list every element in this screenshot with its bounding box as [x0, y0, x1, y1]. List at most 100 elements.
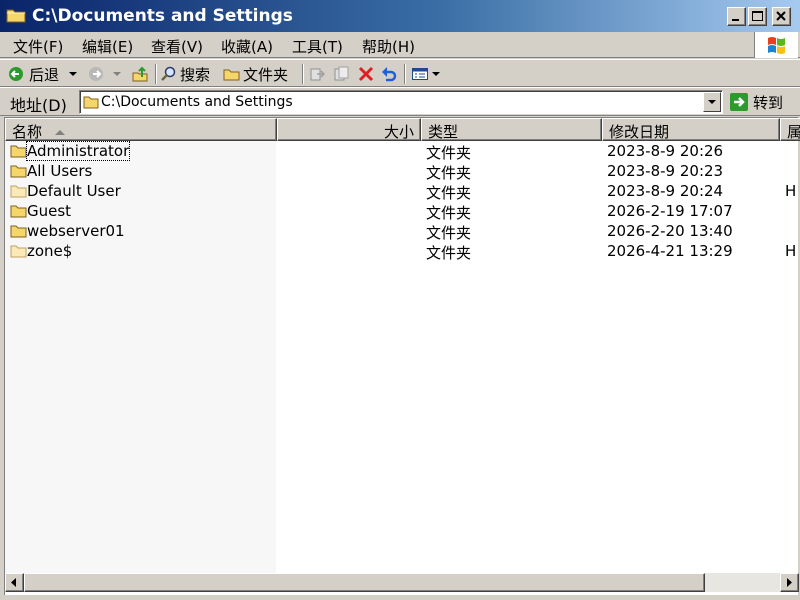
file-modified: 2023-8-9 20:26	[607, 142, 724, 160]
back-button[interactable]: 后退	[7, 63, 79, 85]
search-label: 搜索	[180, 65, 211, 84]
move-to-button[interactable]	[308, 63, 326, 85]
minimize-button[interactable]	[727, 7, 746, 26]
menu-edit[interactable]: 编辑(E)	[82, 36, 133, 57]
maximize-button[interactable]	[748, 7, 767, 26]
undo-button[interactable]	[380, 63, 398, 85]
file-modified: 2026-2-20 13:40	[607, 222, 733, 240]
file-name: Default User	[27, 182, 121, 200]
file-type: 文件夹	[426, 184, 472, 202]
file-name: zone$	[27, 242, 73, 260]
folders-button[interactable]: 文件夹	[223, 63, 288, 85]
file-modified: 2023-8-9 20:23	[607, 162, 724, 180]
close-button[interactable]	[772, 7, 791, 26]
windows-logo	[754, 32, 798, 58]
file-name: webserver01	[27, 222, 125, 240]
file-name: Guest	[27, 202, 72, 220]
minimize-icon	[732, 19, 739, 21]
column-name-label: 名称	[12, 123, 43, 141]
chevron-right-icon	[787, 578, 792, 587]
column-headers: 名称 大小 类型 修改日期 属	[5, 118, 800, 141]
address-input[interactable]: C:\Documents and Settings	[79, 90, 723, 114]
menu-favorites[interactable]: 收藏(A)	[221, 36, 273, 57]
horizontal-scrollbar[interactable]	[5, 573, 799, 592]
menu-view[interactable]: 查看(V)	[151, 36, 203, 57]
address-dropdown-button[interactable]	[703, 92, 721, 112]
column-header-modified[interactable]: 修改日期	[602, 118, 780, 141]
column-modified-label: 修改日期	[609, 123, 670, 141]
up-folder-icon	[132, 66, 148, 82]
chevron-down-icon	[69, 72, 78, 76]
table-row[interactable]: zone$ 文件夹 2026-4-21 13:29 H	[5, 241, 799, 262]
windows-logo-icon	[768, 37, 785, 54]
hidden-folder-icon	[10, 185, 27, 198]
table-row[interactable]: All Users 文件夹 2023-8-9 20:23	[5, 161, 799, 182]
folder-icon	[10, 165, 27, 178]
scroll-right-button[interactable]	[780, 573, 799, 592]
column-header-size[interactable]: 大小	[277, 118, 421, 141]
delete-button[interactable]	[357, 63, 375, 85]
scroll-thumb[interactable]	[24, 573, 705, 592]
column-size-label: 大小	[383, 123, 414, 141]
column-header-name[interactable]: 名称	[5, 118, 277, 141]
delete-icon	[358, 66, 374, 82]
move-to-icon	[310, 68, 326, 81]
go-arrow-icon	[730, 93, 748, 111]
file-modified: 2026-2-19 17:07	[607, 202, 733, 220]
chevron-down-icon	[113, 72, 121, 76]
menu-tools[interactable]: 工具(T)	[292, 36, 343, 57]
up-folder-button[interactable]	[131, 63, 149, 85]
menu-help[interactable]: 帮助(H)	[362, 36, 415, 57]
toolbar-separator	[302, 64, 304, 84]
folder-icon	[10, 145, 27, 158]
file-modified: 2026-4-21 13:29	[607, 242, 733, 260]
forward-arrow-icon	[89, 67, 103, 81]
views-icon	[412, 68, 428, 80]
folder-icon	[83, 96, 99, 109]
file-attr: H	[785, 242, 797, 260]
table-row[interactable]: webserver01 文件夹 2026-2-20 13:40	[5, 221, 799, 242]
close-icon	[776, 11, 786, 21]
toolbar-separator	[404, 64, 406, 84]
forward-button[interactable]	[87, 63, 123, 85]
file-list[interactable]: 名称 大小 类型 修改日期 属 Administrator 文件夹 2023-	[4, 117, 800, 595]
file-type: 文件夹	[426, 224, 472, 242]
column-header-type[interactable]: 类型	[421, 118, 602, 141]
standard-toolbar: 后退 搜索 文件夹	[0, 59, 800, 87]
folders-label: 文件夹	[243, 65, 289, 84]
file-type: 文件夹	[426, 204, 472, 222]
table-row[interactable]: Guest 文件夹 2026-2-19 17:07	[5, 201, 799, 222]
back-arrow-icon	[9, 67, 23, 81]
hidden-folder-icon	[10, 245, 27, 258]
menu-bar: 文件(F) 编辑(E) 查看(V) 收藏(A) 工具(T) 帮助(H)	[0, 32, 800, 58]
views-button[interactable]	[411, 63, 441, 85]
folders-icon	[223, 69, 240, 80]
maximize-icon	[752, 11, 763, 21]
table-row[interactable]: Administrator 文件夹 2023-8-9 20:26	[5, 141, 799, 162]
file-type: 文件夹	[426, 244, 472, 262]
chevron-down-icon	[432, 72, 440, 76]
menu-file[interactable]: 文件(F)	[13, 36, 63, 57]
scroll-left-button[interactable]	[5, 573, 24, 592]
go-button[interactable]: 转到	[729, 91, 783, 113]
sort-ascending-icon	[54, 130, 65, 135]
back-label: 后退	[29, 65, 60, 84]
search-button[interactable]: 搜索	[161, 63, 210, 85]
chevron-left-icon	[11, 578, 16, 587]
toolbar-separator	[155, 64, 157, 84]
address-bar: 地址(D) C:\Documents and Settings 转到	[0, 87, 800, 116]
address-label: 地址(D)	[10, 96, 67, 115]
window-title: C:\Documents and Settings	[32, 6, 293, 26]
undo-icon	[382, 67, 397, 82]
file-rows: Administrator 文件夹 2023-8-9 20:26 All Use…	[5, 141, 799, 262]
column-header-attributes[interactable]: 属	[780, 118, 800, 141]
column-type-label: 类型	[428, 123, 459, 141]
file-name: All Users	[27, 162, 93, 180]
title-bar[interactable]: C:\Documents and Settings	[0, 0, 800, 32]
folder-icon	[6, 9, 26, 23]
folder-icon	[10, 205, 27, 218]
file-attr: H	[785, 182, 797, 200]
table-row[interactable]: Default User 文件夹 2023-8-9 20:24 H	[5, 181, 799, 202]
copy-to-button[interactable]	[332, 63, 350, 85]
go-label: 转到	[753, 93, 784, 112]
